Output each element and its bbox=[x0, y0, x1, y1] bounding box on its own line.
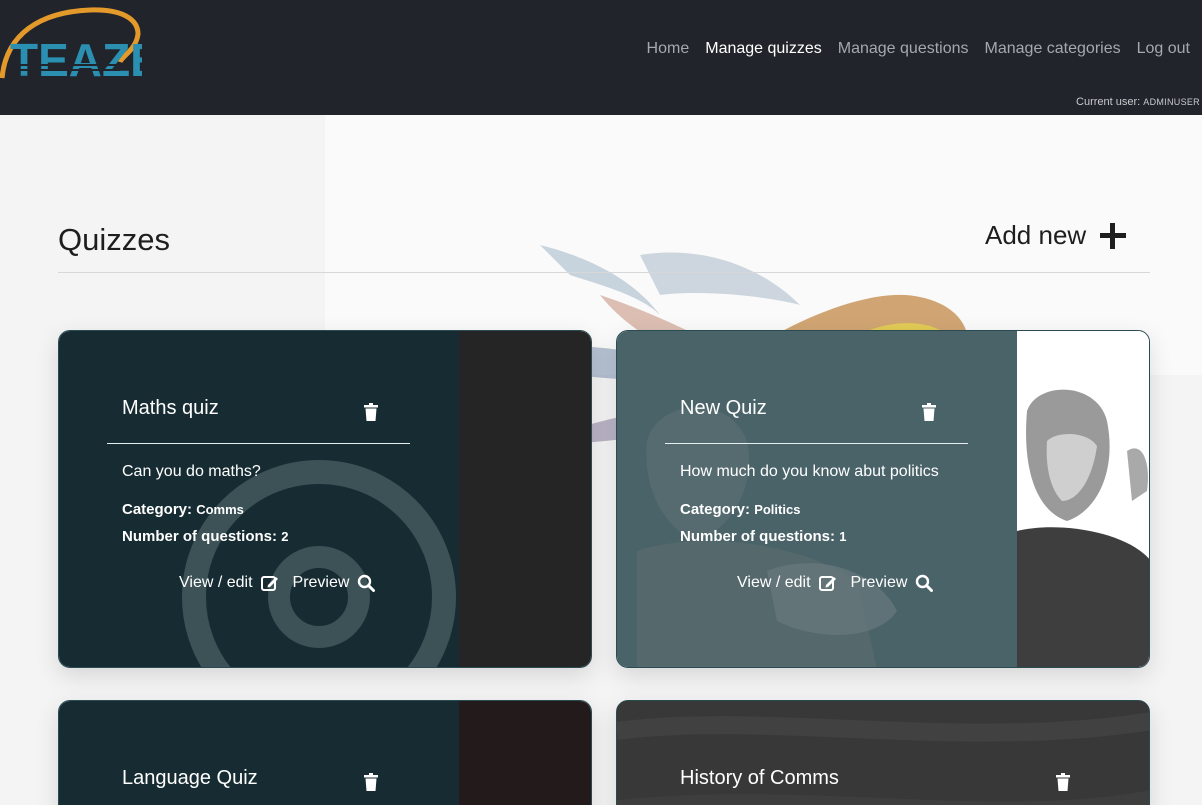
questions-value: 2 bbox=[281, 529, 289, 544]
add-new-label: Add new bbox=[985, 220, 1087, 250]
quiz-question-count: Number of questions: 2 bbox=[122, 528, 288, 545]
trash-icon[interactable] bbox=[363, 773, 379, 791]
teaze-logo[interactable]: TEAZE bbox=[0, 4, 142, 82]
page-title: Quizzes bbox=[58, 222, 170, 257]
card-divider bbox=[107, 443, 410, 444]
quiz-description: Can you do maths? bbox=[122, 463, 261, 480]
preview-label: Preview bbox=[850, 574, 908, 591]
title-divider bbox=[58, 272, 1150, 273]
quiz-title: History of Comms bbox=[680, 767, 839, 789]
questions-label: Number of questions: bbox=[122, 528, 278, 545]
quiz-card-body bbox=[617, 331, 1017, 667]
category-label: Category: bbox=[122, 501, 193, 518]
current-user-name: ADMINUSER bbox=[1143, 97, 1200, 107]
trash-icon[interactable] bbox=[1055, 773, 1071, 791]
edit-icon bbox=[818, 576, 836, 591]
plus-icon bbox=[1100, 222, 1127, 249]
target-pattern bbox=[182, 460, 456, 667]
quiz-card-image bbox=[1017, 331, 1149, 667]
nav-manage-quizzes[interactable]: Manage quizzes bbox=[705, 40, 822, 58]
preview-button[interactable]: Preview bbox=[293, 574, 376, 592]
logo-text: TEAZE bbox=[10, 34, 142, 82]
category-label: Category: bbox=[680, 501, 751, 518]
questions-value: 1 bbox=[839, 529, 847, 544]
category-value: Politics bbox=[754, 502, 801, 517]
quiz-card: History of Comms bbox=[616, 700, 1150, 805]
poster-illustration bbox=[1017, 389, 1149, 667]
quiz-card: Maths quiz Can you do maths? Category: C… bbox=[58, 330, 592, 668]
view-edit-button[interactable]: View / edit bbox=[737, 574, 837, 592]
quiz-question-count: Number of questions: 1 bbox=[680, 528, 846, 545]
quiz-title: Language Quiz bbox=[122, 767, 258, 789]
quiz-actions: View / edit Preview bbox=[179, 574, 376, 592]
view-edit-label: View / edit bbox=[737, 574, 811, 591]
quiz-category: Category: Comms bbox=[122, 501, 244, 518]
nav-manage-questions[interactable]: Manage questions bbox=[838, 40, 969, 58]
quiz-category: Category: Politics bbox=[680, 501, 800, 518]
view-edit-label: View / edit bbox=[179, 574, 253, 591]
quiz-card-body bbox=[59, 331, 459, 667]
trash-icon[interactable] bbox=[921, 403, 937, 421]
search-icon bbox=[358, 574, 376, 592]
nav-log-out[interactable]: Log out bbox=[1137, 40, 1190, 58]
poster-illustration bbox=[637, 407, 897, 667]
preview-button[interactable]: Preview bbox=[851, 574, 934, 592]
quiz-card-body bbox=[59, 701, 459, 805]
edit-icon bbox=[260, 576, 278, 591]
current-user-label: Current user: bbox=[1076, 96, 1141, 108]
questions-label: Number of questions: bbox=[680, 528, 836, 545]
quiz-card: Language Quiz bbox=[58, 700, 592, 805]
quiz-card: New Quiz How much do you know abut polit… bbox=[616, 330, 1150, 668]
preview-label: Preview bbox=[292, 574, 350, 591]
top-navbar: TEAZE Home Manage quizzes Manage questio… bbox=[0, 0, 1202, 115]
quiz-card-image bbox=[459, 701, 591, 805]
card-divider bbox=[665, 443, 968, 444]
quiz-title: New Quiz bbox=[680, 397, 767, 419]
quiz-title: Maths quiz bbox=[122, 397, 219, 419]
search-icon bbox=[916, 574, 934, 592]
main-nav: Home Manage quizzes Manage questions Man… bbox=[647, 40, 1190, 58]
nav-manage-categories[interactable]: Manage categories bbox=[985, 40, 1121, 58]
nav-home[interactable]: Home bbox=[647, 40, 690, 58]
quiz-actions: View / edit Preview bbox=[737, 574, 934, 592]
trash-icon[interactable] bbox=[363, 403, 379, 421]
quiz-card-image bbox=[459, 331, 591, 667]
add-new-button[interactable]: Add new bbox=[985, 220, 1127, 251]
view-edit-button[interactable]: View / edit bbox=[179, 574, 279, 592]
current-user: Current user: ADMINUSER bbox=[1076, 96, 1200, 108]
category-value: Comms bbox=[196, 502, 244, 517]
quiz-description: How much do you know abut politics bbox=[680, 463, 939, 480]
